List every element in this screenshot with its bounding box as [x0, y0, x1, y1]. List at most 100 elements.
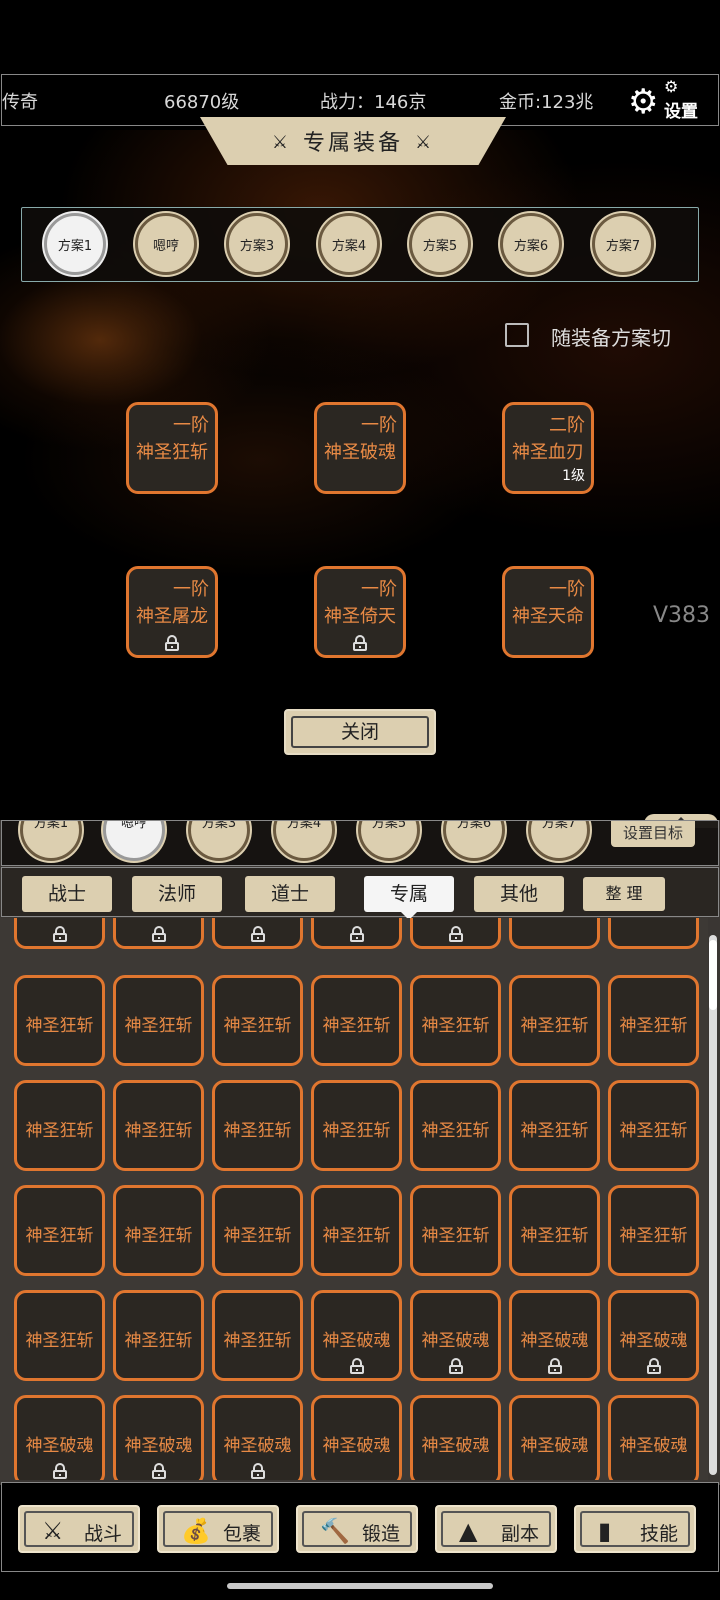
inventory-scrollbar[interactable] [709, 935, 717, 1475]
exclusive-equipment-header: ⚔ 专属装备 ⚔ [200, 117, 506, 165]
tab-5[interactable]: 其他 [474, 876, 564, 912]
money-bag-icon: 💰 [181, 1517, 211, 1545]
close-button[interactable]: 关闭 [284, 709, 436, 755]
lock-icon [151, 926, 167, 942]
inventory-item[interactable]: 神圣狂斩 [113, 1080, 204, 1171]
inventory-item[interactable]: 神圣狂斩 [311, 918, 402, 949]
nav-button-2[interactable]: 💰 包裹 [157, 1505, 279, 1553]
inventory-plan-button-2[interactable]: 嗯哼 [103, 821, 165, 861]
inventory-plan-button-5[interactable]: 方案5 [358, 821, 420, 861]
tab-2[interactable]: 法师 [132, 876, 222, 912]
tab-3[interactable]: 道士 [245, 876, 335, 912]
inventory-item[interactable]: 神圣破魂 [14, 1395, 105, 1480]
home-indicator[interactable] [227, 1583, 493, 1589]
inventory-item[interactable]: 神圣狂斩 [14, 1290, 105, 1381]
inventory-item[interactable]: 神圣狂斩 [212, 1185, 303, 1276]
inventory-item[interactable]: 神圣狂斩 [14, 975, 105, 1066]
bottom-navigation: ⚔ 战斗 💰 包裹 🔨 锻造 ▲ 副本 ▮ 技能 [1, 1482, 719, 1572]
equip-slot[interactable]: 一阶 神圣倚天 [314, 566, 406, 658]
inventory-item[interactable]: 神圣狂斩 [311, 1185, 402, 1276]
inventory-item[interactable]: 神圣破魂 [608, 1290, 699, 1381]
inventory-item[interactable]: 神圣破魂 [410, 1395, 501, 1480]
inventory-item[interactable]: 神圣狂斩 [509, 918, 600, 949]
inventory-item[interactable]: 神圣破魂 [113, 1395, 204, 1480]
inventory-item[interactable]: 神圣狂斩 [311, 975, 402, 1066]
item-name: 神圣破魂 [223, 1436, 292, 1456]
item-name: 神圣破魂 [421, 1331, 490, 1351]
inventory-item[interactable]: 神圣狂斩 [608, 1080, 699, 1171]
inventory-item[interactable]: 神圣狂斩 [113, 1185, 204, 1276]
nav-button-5[interactable]: ▮ 技能 [574, 1505, 696, 1553]
tab-1[interactable]: 战士 [22, 876, 112, 912]
inventory-item[interactable]: 神圣狂斩 [14, 918, 105, 949]
inventory-item[interactable]: 神圣狂斩 [509, 1185, 600, 1276]
plan-button-3[interactable]: 方案3 [226, 213, 288, 275]
equip-slot[interactable]: 二阶 神圣血刃 1级 [502, 402, 594, 494]
plan-button-7[interactable]: 方案7 [592, 213, 654, 275]
inventory-item[interactable]: 神圣狂斩 [608, 918, 699, 949]
nav-button-1[interactable]: ⚔ 战斗 [18, 1505, 140, 1553]
inventory-plan-button-7[interactable]: 方案7 [528, 821, 590, 861]
sort-button[interactable]: 整 理 [583, 877, 665, 911]
inventory-item[interactable]: 神圣狂斩 [608, 975, 699, 1066]
lock-icon [250, 926, 266, 942]
item-name: 神圣狂斩 [124, 1016, 193, 1036]
equip-name: 神圣狂斩 [136, 442, 208, 463]
inventory-item[interactable]: 神圣狂斩 [509, 1080, 600, 1171]
nav-button-4[interactable]: ▲ 副本 [435, 1505, 557, 1553]
inventory-item[interactable]: 神圣狂斩 [113, 1290, 204, 1381]
plan-button-1[interactable]: 方案1 [44, 213, 106, 275]
nav-button-3[interactable]: 🔨 锻造 [296, 1505, 418, 1553]
inventory-item[interactable]: 神圣狂斩 [509, 975, 600, 1066]
inventory-item[interactable]: 神圣狂斩 [113, 975, 204, 1066]
equip-slot[interactable]: 一阶 神圣狂斩 [126, 402, 218, 494]
item-name: 神圣狂斩 [512, 918, 597, 919]
inventory-item[interactable]: 神圣狂斩 [410, 1080, 501, 1171]
inventory-item[interactable]: 神圣破魂 [608, 1395, 699, 1480]
inventory-item[interactable]: 神圣狂斩 [410, 918, 501, 949]
inventory-item[interactable]: 神圣破魂 [509, 1395, 600, 1480]
inventory-item[interactable]: 神圣破魂 [509, 1290, 600, 1381]
plan-switch-checkbox[interactable] [505, 323, 529, 347]
inventory-item[interactable]: 神圣狂斩 [311, 1080, 402, 1171]
inventory-item[interactable]: 神圣狂斩 [212, 1290, 303, 1381]
plan-button-6[interactable]: 方案6 [500, 213, 562, 275]
item-name: 神圣破魂 [520, 1436, 589, 1456]
inventory-plan-button-6[interactable]: 方案6 [443, 821, 505, 861]
inventory-item[interactable]: 神圣破魂 [311, 1395, 402, 1480]
inventory-plan-button-4[interactable]: 方案4 [273, 821, 335, 861]
inventory-item[interactable]: 神圣狂斩 [212, 918, 303, 949]
equip-slot[interactable]: 一阶 神圣破魂 [314, 402, 406, 494]
item-name: 神圣狂斩 [520, 1016, 589, 1036]
equip-slot[interactable]: 一阶 神圣天命 [502, 566, 594, 658]
plan-button-5[interactable]: 方案5 [409, 213, 471, 275]
inventory-item[interactable]: 神圣狂斩 [14, 1185, 105, 1276]
plan-button-4[interactable]: 方案4 [318, 213, 380, 275]
set-target-button[interactable]: 设置目标 [611, 821, 695, 847]
settings-button[interactable]: ⚙ ⚙ 设置 [628, 77, 708, 123]
inventory-item[interactable]: 神圣狂斩 [608, 1185, 699, 1276]
page-title: 专属装备 [302, 131, 403, 156]
inventory-item[interactable]: 神圣狂斩 [212, 1080, 303, 1171]
equip-name: 神圣天命 [512, 606, 584, 627]
item-name: 神圣狂斩 [116, 918, 201, 919]
item-name: 神圣狂斩 [421, 1016, 490, 1036]
item-name: 神圣破魂 [25, 1436, 94, 1456]
inventory-plan-button-3[interactable]: 方案3 [188, 821, 250, 861]
inventory-item[interactable]: 神圣狂斩 [410, 1185, 501, 1276]
inventory-item[interactable]: 神圣狂斩 [410, 975, 501, 1066]
inventory-item[interactable]: 神圣狂斩 [113, 918, 204, 949]
item-name: 神圣狂斩 [619, 1016, 688, 1036]
item-name: 神圣狂斩 [25, 1226, 94, 1246]
inventory-item[interactable]: 神圣狂斩 [14, 1080, 105, 1171]
tab-4[interactable]: 专属 [364, 876, 454, 920]
inventory-plan-button-1[interactable]: 方案1 [20, 821, 82, 861]
inventory-item[interactable]: 神圣破魂 [311, 1290, 402, 1381]
scrollbar-thumb[interactable] [709, 940, 717, 1010]
plan-button-2[interactable]: 嗯哼 [135, 213, 197, 275]
equip-slot[interactable]: 一阶 神圣屠龙 [126, 566, 218, 658]
inventory-item[interactable]: 神圣狂斩 [212, 975, 303, 1066]
rank-title: 传奇 [2, 92, 38, 113]
inventory-item[interactable]: 神圣破魂 [212, 1395, 303, 1480]
inventory-item[interactable]: 神圣破魂 [410, 1290, 501, 1381]
